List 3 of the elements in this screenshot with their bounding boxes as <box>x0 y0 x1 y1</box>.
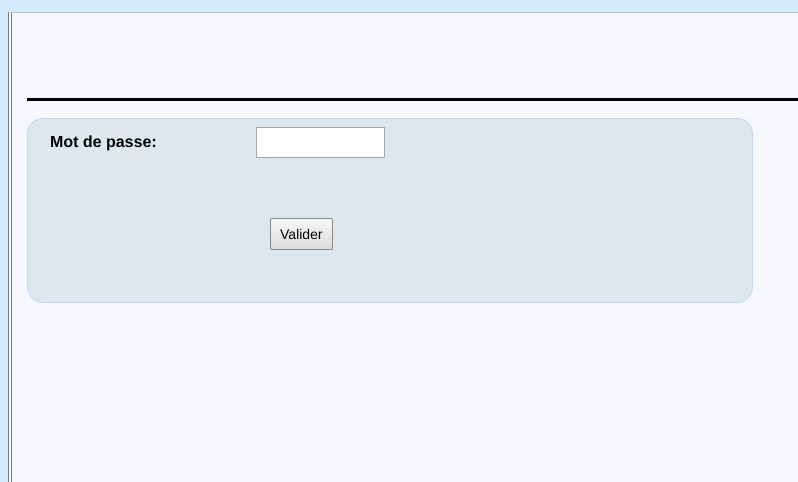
password-label: Mot de passe: <box>50 132 158 152</box>
password-field[interactable] <box>256 127 385 158</box>
submit-button[interactable]: Valider <box>270 218 333 250</box>
